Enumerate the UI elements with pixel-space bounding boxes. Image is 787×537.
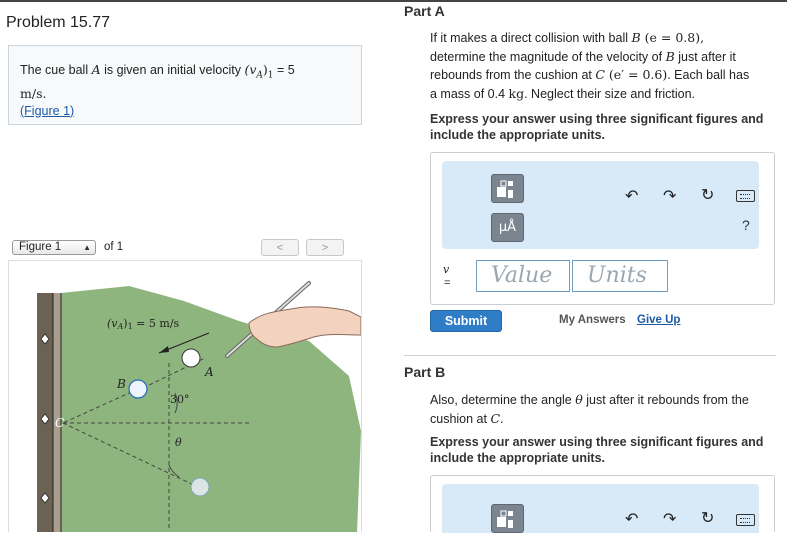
keyboard-icon[interactable] [736,190,755,202]
velocity-v: (v [244,62,257,77]
q-text: . [500,411,504,426]
redo-icon[interactable]: ↷ [663,186,676,206]
keyboard-icon[interactable] [736,514,755,526]
q-text: . Each ball has [667,68,750,82]
reset-icon[interactable]: ↻ [701,185,714,205]
redo-icon[interactable]: ↷ [663,509,676,529]
intro-velocity-symbol: (vA)1 [244,62,273,81]
template-icon[interactable] [491,504,524,533]
q-ball-b: B [631,30,641,45]
math-toolbar: ↶ ↷ ↻ [442,484,759,533]
figure-panel: (vA)1 = 5 m/s A B C 30° θ [8,260,362,532]
figure-select[interactable]: Figure 1 ▲ [12,240,96,255]
ball-b-label: B [116,377,126,391]
intro-text-part: The cue ball [20,63,92,77]
reset-icon[interactable]: ↻ [701,508,714,528]
angle-30-label: 30° [170,393,190,406]
q-theta: θ [575,392,583,407]
part-b-answer-box: ↶ ↷ ↻ [430,475,775,533]
q-ball-b: B [665,48,675,64]
problem-title: Problem 15.77 [6,14,111,31]
undo-icon[interactable]: ↶ [625,186,638,206]
part-b-question: Also, determine the angle θ just after i… [430,391,775,428]
template-icon[interactable] [491,174,524,203]
undo-icon[interactable]: ↶ [625,509,638,529]
q-restitution-prime: (e′ = 0.6) [604,67,668,82]
part-a-label: Part A [404,3,445,19]
units-button[interactable]: μÅ [491,213,524,242]
math-toolbar: μÅ ↶ ↷ ↻ ? [442,161,759,249]
figure-link[interactable]: (Figure 1) [20,104,74,118]
my-answers-link[interactable]: My Answers [559,314,626,326]
intro-equals: = 5 [273,63,295,77]
q-text: determine the magnitude of the velocity … [430,49,666,64]
figure-count: of 1 [104,241,124,253]
q-text: If it makes a direct collision with ball [430,31,632,45]
units-input[interactable]: Units [572,260,668,292]
chevron-updown-icon: ▲ [83,243,91,252]
part-a-question: If it makes a direct collision with ball… [430,29,775,103]
q-unit-kg: kg [508,85,525,101]
intro-text-part: is given an initial velocity [100,63,245,77]
q-point-c: C [595,67,605,82]
figure-next-button[interactable]: > [306,239,344,256]
ball-b [128,379,148,399]
ball-a-label: A [204,365,214,379]
figure-select-value: Figure 1 [19,241,62,253]
problem-intro-text: The cue ball A is given an initial veloc… [20,61,350,120]
figure-prev-button[interactable]: < [261,239,299,256]
top-border [0,0,787,2]
part-b-instructions: Express your answer using three signific… [430,435,764,465]
part-b-label: Part B [404,364,446,380]
variable-label: v [443,263,450,276]
template-glyph [497,510,513,528]
ball-a [181,348,201,368]
part-divider [404,355,776,356]
q-restitution: (e = 0.8), [640,30,705,45]
equals-sign: = [444,277,451,289]
q-text: just after it rebounds from the [582,393,749,407]
ball-rebound-ghost [190,477,210,497]
give-up-link[interactable]: Give Up [637,314,680,326]
intro-units: m/s. [20,85,47,101]
submit-button[interactable]: Submit [430,310,502,332]
q-text: cushion at [430,411,491,426]
part-a-answer-box: μÅ ↶ ↷ ↻ ? v = Value Units [430,152,775,305]
cushion-edge [53,293,61,532]
intro-ball-symbol: A [91,62,101,77]
q-text: rebounds from the cushion at [430,68,596,82]
q-text: just after it [674,49,736,64]
q-text: a mass of 0.4 [430,86,509,101]
template-glyph [497,180,513,198]
angle-theta-label: θ [175,436,182,449]
billiard-figure: (vA)1 = 5 m/s A B C 30° θ [37,281,361,532]
value-input[interactable]: Value [476,260,570,292]
help-icon[interactable]: ? [742,217,750,233]
problem-intro-box: The cue ball A is given an initial veloc… [8,45,362,125]
q-point-c: C [490,410,501,426]
figure-navigation-bar: Figure 1 ▲ of 1 < > [8,238,362,258]
q-text: . Neglect their size and friction. [524,86,696,101]
part-a-instructions: Express your answer using three signific… [430,112,764,142]
q-text: Also, determine the angle [430,393,576,407]
point-c-label: C [55,416,64,430]
